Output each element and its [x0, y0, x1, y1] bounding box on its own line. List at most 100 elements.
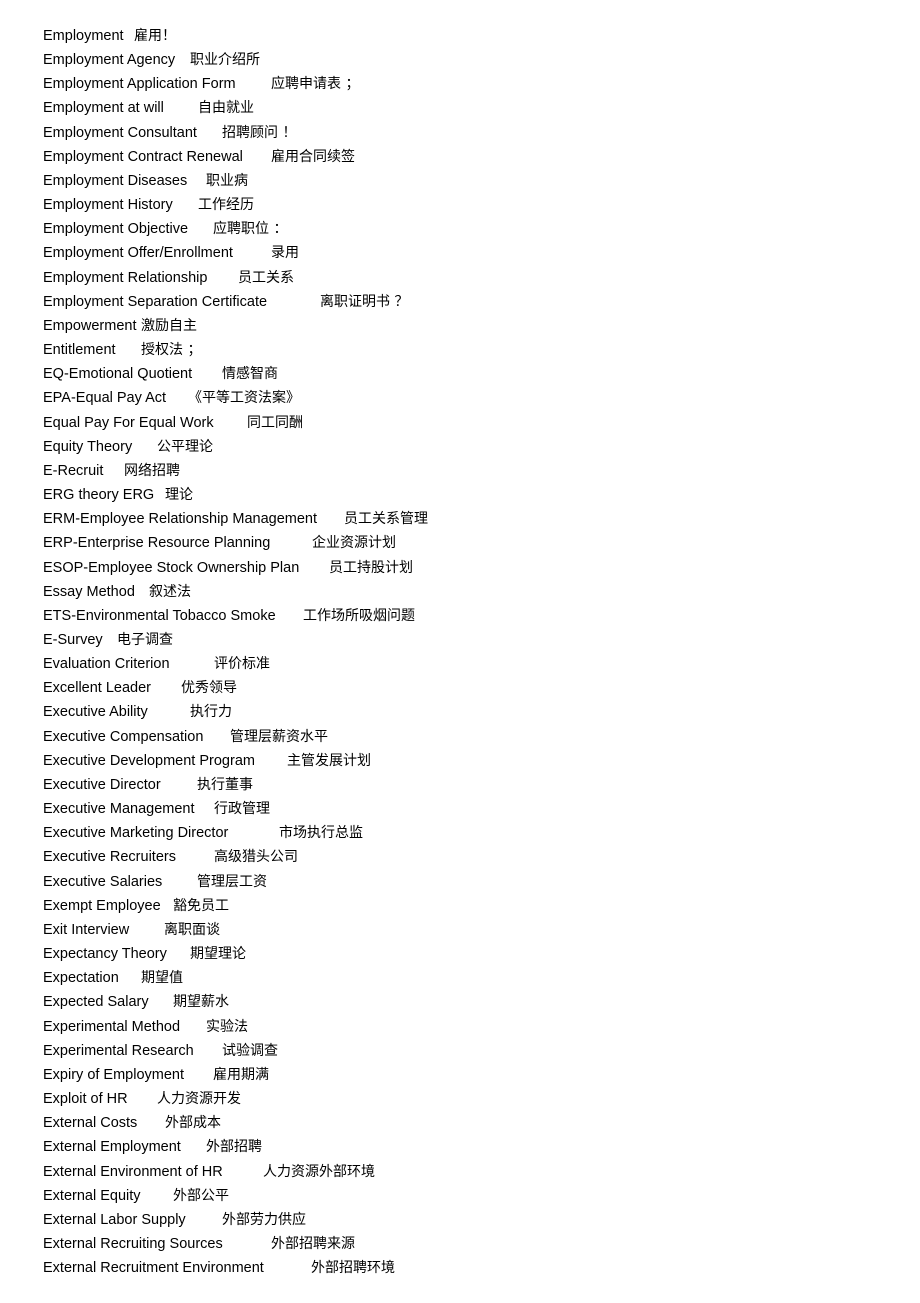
entry-term: ESOP-Employee Stock Ownership Plan — [43, 559, 300, 576]
entry-term: Expected Salary — [43, 994, 149, 1011]
entry-translation: 叙述法 — [149, 583, 191, 600]
entry-translation: 外部招聘 — [206, 1139, 262, 1156]
entry-term: Executive Ability — [43, 704, 148, 721]
entry-term: EPA-Equal Pay Act — [43, 390, 167, 407]
entry-translation: 市场执行总监 — [279, 825, 363, 842]
entry-term: Empowerment — [43, 317, 137, 334]
entry-term: External Recruiting Sources — [43, 1236, 223, 1252]
entry-translation: 工作场所吸烟问题 — [303, 607, 415, 624]
entry-term: Employment Application Form — [43, 76, 236, 93]
entry-translation: 网络招聘 — [124, 462, 180, 479]
entry-term: Exit Interview — [43, 921, 130, 938]
entry-translation: 职业病 — [206, 172, 248, 189]
entry-translation: 管理层工资 — [197, 873, 267, 890]
entry-translation: 理论 — [165, 487, 193, 504]
entry-term: Employment Separation Certificate — [43, 293, 268, 310]
entry-translation: 离职证明书 ？ — [320, 293, 409, 310]
entry-translation: 同工同酬 — [247, 414, 303, 431]
entry-term: External Recruitment Environment — [43, 1260, 264, 1277]
entry-term: Employment Offer/Enrollment — [43, 245, 233, 262]
entry-translation: 外部招聘来源 — [271, 1236, 355, 1252]
entry-translation: 《平等工资法案》 — [188, 390, 300, 407]
entry-term: Executive Compensation — [43, 728, 204, 745]
entry-term: Exploit of HR — [43, 1091, 128, 1108]
entry-term: Expiry of Employment — [43, 1066, 185, 1083]
entry-term: Expectation — [43, 970, 119, 987]
entry-translation: 职业介绍所 — [190, 52, 260, 69]
entry-translation: 激励自主 — [141, 317, 197, 334]
entry-term: Excellent Leader — [43, 680, 152, 697]
entry-translation: 评价标准 — [214, 656, 270, 673]
entry-term: EQ-Emotional Quotient — [43, 366, 193, 383]
entry-translation: 执行力 — [190, 704, 232, 721]
entry-term: Employment Agency — [43, 52, 176, 69]
entry-term: Essay Method — [43, 583, 135, 600]
entry-translation: 试验调查 — [222, 1042, 278, 1059]
entry-term: Employment Diseases — [43, 172, 188, 189]
entry-term: Executive Marketing Director — [43, 825, 229, 842]
entry-term: Experimental Research — [43, 1042, 194, 1059]
entry-term: ETS-Environmental Tobacco Smoke — [43, 607, 276, 624]
entry-term: Executive Management — [43, 801, 195, 818]
entry-translation: 期望理论 — [190, 946, 246, 963]
entry-translation: 外部成本 — [165, 1115, 221, 1132]
entry-translation: 工作经历 — [198, 197, 254, 214]
entry-translation: 外部招聘环境 — [311, 1260, 395, 1277]
entry-translation: 雇用合同续签 — [271, 148, 355, 165]
entry-term: Expectancy Theory — [43, 946, 167, 963]
entry-term: Evaluation Criterion — [43, 656, 170, 673]
entry-term: Employment Objective — [43, 221, 189, 238]
entry-translation: 人力资源开发 — [157, 1091, 241, 1108]
entry-term: ERM-Employee Relationship Management — [43, 511, 318, 528]
entry-term: Executive Recruiters — [43, 849, 176, 866]
entry-translation: 实验法 — [206, 1018, 248, 1035]
entry-translation: 行政管理 — [214, 801, 270, 818]
entry-term: Executive Director — [43, 776, 161, 793]
entry-term: Equity Theory — [43, 438, 133, 455]
entry-term: ERG theory ERG — [43, 487, 155, 504]
entry-term: Employment at will — [43, 100, 164, 117]
entry-term: External Labor Supply — [43, 1211, 186, 1228]
entry-translation: 情感智商 — [222, 366, 278, 383]
entry-translation: 期望薪水 — [173, 994, 229, 1011]
entry-translation: 期望值 — [141, 970, 183, 987]
entry-translation: 应聘申请表 ； — [271, 76, 360, 93]
entry-term: ERP-Enterprise Resource Planning — [43, 535, 271, 552]
entry-term: Employment History — [43, 197, 173, 214]
entry-term: External Employment — [43, 1139, 181, 1156]
entry-term: Employment Consultant — [43, 124, 197, 141]
entry-translation: 人力资源外部环境 — [263, 1163, 375, 1180]
entry-translation: 员工持股计划 — [329, 559, 413, 576]
entry-translation: 离职面谈 — [164, 921, 220, 938]
entry-term: E-Survey — [43, 632, 103, 648]
entry-term: Entitlement — [43, 342, 116, 359]
entry-translation: 企业资源计划 — [312, 535, 396, 552]
entry-translation: 豁免员工 — [173, 897, 229, 914]
entry-term: E-Recruit — [43, 462, 104, 479]
entry-term: Executive Development Program — [43, 752, 255, 769]
entry-translation: 授权法 ； — [141, 342, 202, 359]
entry-term: Equal Pay For Equal Work — [43, 414, 214, 431]
entry-translation: 外部劳力供应 — [222, 1211, 306, 1228]
entry-term: Employment — [43, 28, 124, 44]
entry-translation: 外部公平 — [173, 1187, 229, 1204]
entry-term: External Costs — [43, 1115, 138, 1132]
entry-translation: 电子调查 — [117, 632, 173, 648]
entry-translation: 雇用期满 — [213, 1066, 269, 1083]
entry-translation: 雇用！ — [134, 28, 176, 44]
entry-translation: 员工关系 — [238, 269, 294, 286]
entry-term: Experimental Method — [43, 1018, 181, 1035]
entry-translation: 员工关系管理 — [344, 511, 428, 528]
entry-translation: 主管发展计划 — [287, 752, 371, 769]
entry-term: External Equity — [43, 1187, 141, 1204]
entry-translation: 招聘顾问 ！ — [222, 124, 297, 141]
entry-term: Employment Contract Renewal — [43, 148, 243, 165]
entry-translation: 录用 — [271, 245, 299, 262]
entry-translation: 应聘职位 ： — [213, 221, 288, 238]
entry-translation: 管理层薪资水平 — [230, 728, 328, 745]
entry-translation: 高级猎头公司 — [214, 849, 298, 866]
entry-term: Employment Relationship — [43, 269, 208, 286]
entry-translation: 执行董事 — [197, 776, 253, 793]
entry-term: External Environment of HR — [43, 1163, 223, 1180]
entry-translation: 自由就业 — [198, 100, 254, 117]
